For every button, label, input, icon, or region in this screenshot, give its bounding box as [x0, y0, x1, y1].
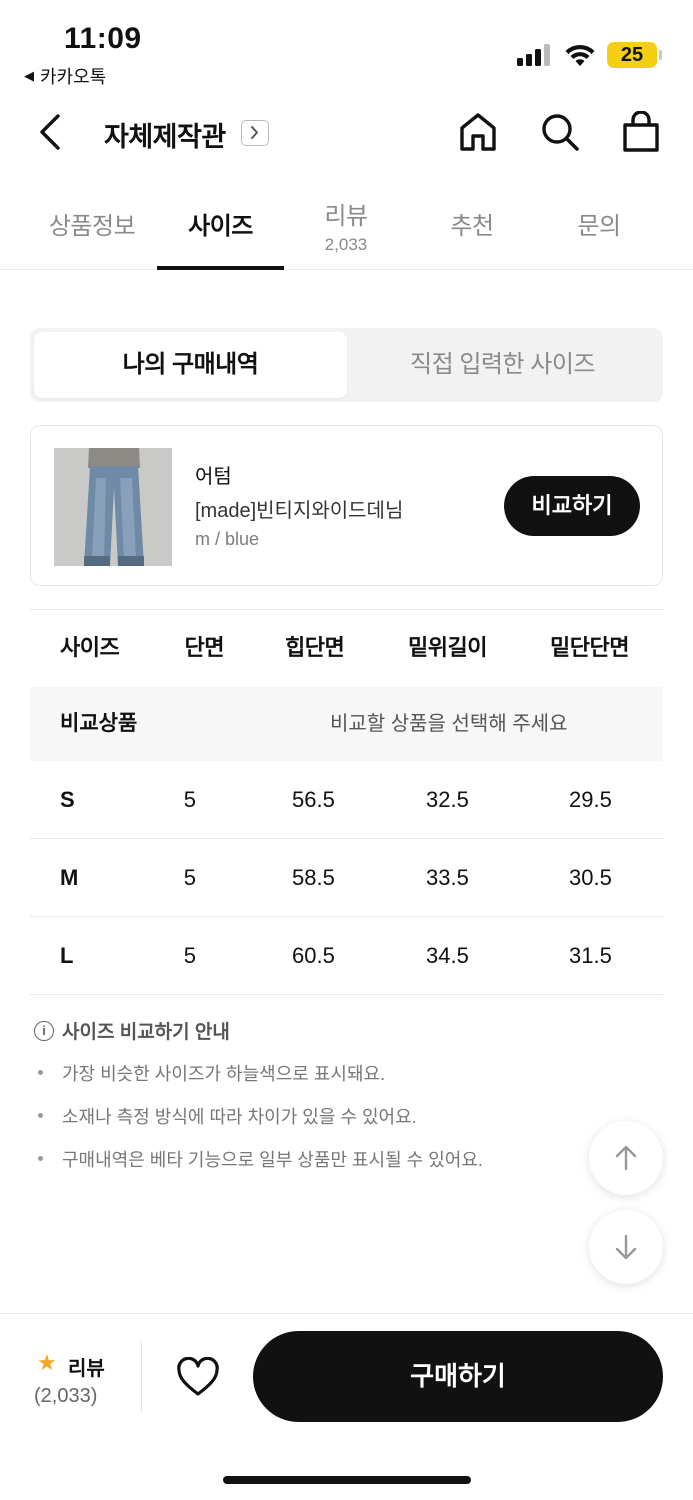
- shop-link-chevron[interactable]: [241, 120, 269, 146]
- table-row: M 5 58.5 33.5 30.5: [30, 839, 663, 917]
- row-hip: 60.5: [292, 943, 335, 968]
- compare-row[interactable]: 비교상품 비교할 상품을 선택해 주세요: [30, 687, 663, 761]
- row-hem: 29.5: [569, 787, 612, 812]
- compare-row-label: 비교상품: [60, 712, 138, 735]
- arrow-up-icon: [615, 1145, 637, 1171]
- review-total[interactable]: (2,033): [34, 1385, 97, 1408]
- row-rise: 34.5: [426, 943, 469, 968]
- chevron-right-icon: [251, 126, 258, 139]
- tab-size[interactable]: 사이즈: [157, 188, 284, 270]
- row-size: L: [60, 943, 74, 968]
- product-tabs: 상품정보 사이즈 리뷰 2,033 추천 문의: [0, 188, 693, 270]
- shopping-bag-icon[interactable]: [621, 111, 661, 153]
- info-icon: i: [34, 1020, 54, 1041]
- status-bar: 11:09 ◀ 카카오톡 25: [0, 0, 693, 95]
- review-count: 2,033: [324, 235, 368, 254]
- back-arrow-icon[interactable]: [34, 111, 68, 153]
- header-hip: 힙단면: [285, 635, 345, 660]
- signal-icon: [517, 44, 553, 66]
- row-clipped-cell: 5: [183, 787, 196, 812]
- battery-tip: [659, 50, 662, 60]
- row-rise: 32.5: [426, 787, 469, 812]
- tab-recommend[interactable]: 추천: [410, 188, 534, 270]
- list-item: 구매내역은 베타 기능으로 일부 상품만 표시될 수 있어요.: [34, 1146, 594, 1172]
- row-hem: 30.5: [569, 865, 612, 890]
- row-hip: 58.5: [292, 865, 335, 890]
- header-clipped: 단면: [186, 635, 224, 660]
- row-rise: 33.5: [426, 865, 469, 890]
- row-clipped-cell: 5: [183, 943, 196, 968]
- row-clipped-cell: 5: [183, 865, 196, 890]
- back-app-label: 카카오톡: [40, 67, 107, 87]
- product-name: [made]빈티지와이드데님: [195, 500, 404, 522]
- table-divider: [30, 994, 663, 995]
- back-triangle-icon: ◀: [24, 68, 34, 83]
- buy-button[interactable]: 구매하기: [253, 1331, 663, 1422]
- size-compare-guide: i 사이즈 비교하기 안내 가장 비슷한 사이즈가 하늘색으로 표시돼요. 소재…: [34, 1017, 594, 1189]
- home-icon[interactable]: [458, 111, 498, 153]
- heart-icon[interactable]: [176, 1357, 220, 1397]
- wifi-icon: [565, 44, 595, 66]
- divider: [141, 1341, 142, 1413]
- search-icon[interactable]: [539, 111, 581, 153]
- compare-button[interactable]: 비교하기: [504, 476, 640, 536]
- bottom-action-bar: ★ 리뷰 (2,033) 구매하기: [0, 1313, 693, 1500]
- header-size: 사이즈: [60, 635, 120, 660]
- tab-review[interactable]: 리뷰 2,033: [284, 188, 408, 270]
- header-rise: 밑위길이: [408, 635, 487, 660]
- header-hem: 밑단단면: [550, 635, 629, 660]
- product-thumbnail[interactable]: [54, 448, 172, 566]
- guide-title: 사이즈 비교하기 안내: [62, 1022, 230, 1043]
- product-option: m / blue: [195, 529, 260, 549]
- battery-icon: 25: [607, 42, 657, 68]
- list-item: 가장 비슷한 사이즈가 하늘색으로 표시돼요.: [34, 1060, 594, 1086]
- review-label[interactable]: 리뷰: [68, 1352, 105, 1381]
- status-time: 11:09: [64, 22, 142, 55]
- list-item: 소재나 측정 방식에 따라 차이가 있을 수 있어요.: [34, 1103, 594, 1129]
- guide-list: 가장 비슷한 사이즈가 하늘색으로 표시돼요. 소재나 측정 방식에 따라 차이…: [34, 1060, 594, 1172]
- table-row: L 5 60.5 34.5 31.5: [30, 917, 663, 995]
- shop-title[interactable]: 자체제작관: [104, 115, 226, 154]
- tab-inquiry[interactable]: 문의: [537, 188, 661, 270]
- scroll-up-button[interactable]: [589, 1121, 663, 1195]
- scroll-down-button[interactable]: [589, 1210, 663, 1284]
- home-indicator: [223, 1476, 471, 1484]
- size-source-toggle: 나의 구매내역 직접 입력한 사이즈: [30, 328, 663, 402]
- row-hem: 31.5: [569, 943, 612, 968]
- star-icon: ★: [37, 1350, 57, 1375]
- back-to-app-link[interactable]: ◀ 카카오톡: [24, 63, 106, 89]
- table-row: S 5 56.5 32.5 29.5: [30, 761, 663, 839]
- segment-purchase-history[interactable]: 나의 구매내역: [34, 332, 347, 398]
- tab-product-info[interactable]: 상품정보: [30, 188, 154, 270]
- row-size: S: [60, 787, 75, 812]
- segment-manual-size[interactable]: 직접 입력한 사이즈: [346, 332, 659, 398]
- row-hip: 56.5: [292, 787, 335, 812]
- compare-row-message: 비교할 상품을 선택해 주세요: [330, 713, 568, 735]
- row-size: M: [60, 865, 79, 890]
- arrow-down-icon: [615, 1234, 637, 1260]
- purchased-product-card: 어텀 [made]빈티지와이드데님 m / blue 비교하기: [30, 425, 663, 586]
- active-tab-indicator: [157, 266, 284, 270]
- product-brand: 어텀: [195, 466, 232, 488]
- top-header: 자체제작관: [0, 95, 693, 175]
